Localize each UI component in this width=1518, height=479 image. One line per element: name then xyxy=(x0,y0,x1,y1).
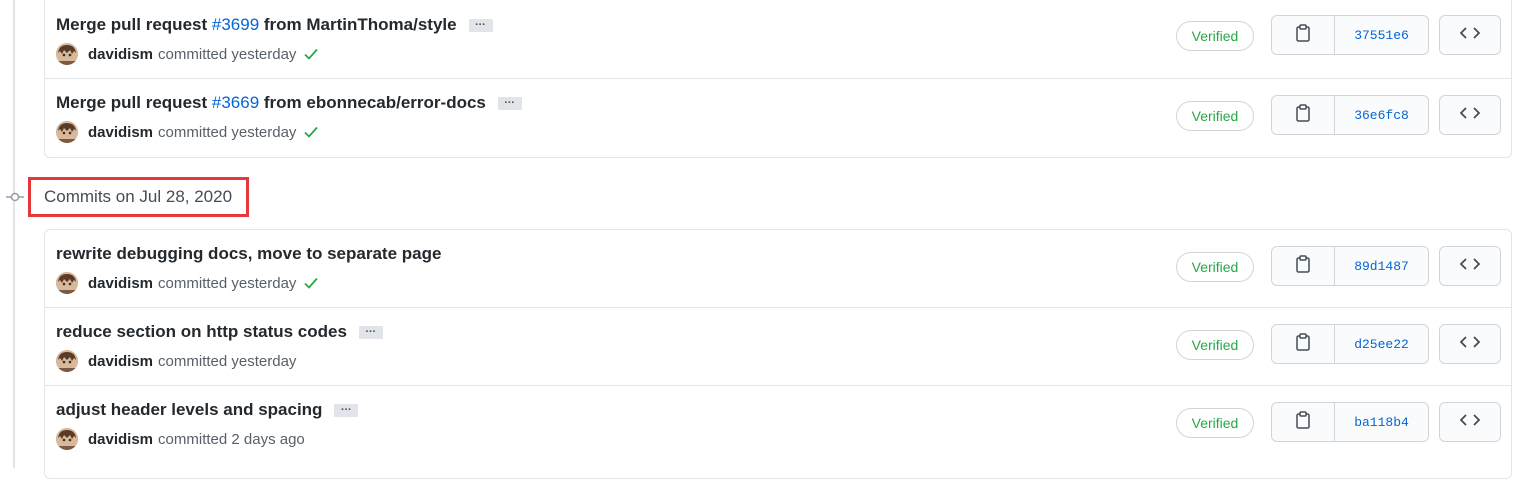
clipboard-icon xyxy=(1295,23,1311,47)
copy-sha-button[interactable] xyxy=(1272,403,1335,441)
commit-message-text[interactable]: rewrite debugging docs, move to separate… xyxy=(56,244,441,264)
copy-sha-button[interactable] xyxy=(1272,325,1335,363)
commit-meta: davidism committed yesterday xyxy=(56,272,319,294)
commit-row: adjust header levels and spacing … david… xyxy=(45,386,1511,464)
commit-meta: davidism committed 2 days ago xyxy=(56,428,305,450)
copy-sha-button[interactable] xyxy=(1272,16,1335,54)
expand-ellipsis-button[interactable]: … xyxy=(334,401,359,417)
copy-sha-button[interactable] xyxy=(1272,247,1335,285)
relative-time: 2 days ago xyxy=(231,430,305,448)
author-link[interactable]: davidism xyxy=(88,46,153,63)
clipboard-icon xyxy=(1295,332,1311,356)
commit-sha-link[interactable]: d25ee22 xyxy=(1335,325,1428,363)
committed-label: committed xyxy=(158,352,228,370)
commit-message[interactable]: rewrite debugging docs, move to separate… xyxy=(56,244,441,264)
commit-message-text[interactable]: reduce section on http status codes xyxy=(56,322,347,342)
commit-group: Merge pull request #3699 from MartinThom… xyxy=(44,0,1512,158)
commit-row: Merge pull request #3669 from ebonnecab/… xyxy=(45,79,1511,157)
git-commit-icon xyxy=(6,192,24,202)
check-icon[interactable] xyxy=(303,125,319,139)
expand-ellipsis-button[interactable]: … xyxy=(497,94,522,110)
browse-repo-button[interactable] xyxy=(1439,324,1501,364)
avatar[interactable] xyxy=(56,43,78,65)
check-icon[interactable] xyxy=(303,47,319,61)
commit-meta: davidism committed yesterday xyxy=(56,350,296,372)
browse-repo-button[interactable] xyxy=(1439,402,1501,442)
commit-message[interactable]: reduce section on http status codes … xyxy=(56,322,383,342)
code-icon xyxy=(1459,106,1481,125)
expand-ellipsis-button[interactable]: … xyxy=(358,323,383,339)
expand-ellipsis-button[interactable]: … xyxy=(468,16,493,32)
avatar[interactable] xyxy=(56,272,78,294)
relative-time: yesterday xyxy=(231,123,297,141)
commit-message[interactable]: Merge pull request #3669 from ebonnecab/… xyxy=(56,93,522,113)
commit-message[interactable]: adjust header levels and spacing … xyxy=(56,400,359,420)
clipboard-icon xyxy=(1295,410,1311,434)
author-link[interactable]: davidism xyxy=(88,353,153,370)
commit-message-text[interactable]: adjust header levels and spacing xyxy=(56,400,322,420)
committed-label: committed xyxy=(158,123,228,141)
sha-button-group: 37551e6 xyxy=(1271,15,1429,55)
verified-badge[interactable]: Verified xyxy=(1176,408,1254,438)
commit-group: rewrite debugging docs, move to separate… xyxy=(44,229,1512,479)
commit-message-text[interactable]: Merge pull request xyxy=(56,15,212,35)
avatar[interactable] xyxy=(56,350,78,372)
check-icon[interactable] xyxy=(303,276,319,290)
commit-row: Merge pull request #3699 from MartinThom… xyxy=(45,0,1511,79)
commit-row: rewrite debugging docs, move to separate… xyxy=(45,230,1511,308)
code-icon xyxy=(1459,257,1481,276)
verified-badge[interactable]: Verified xyxy=(1176,330,1254,360)
author-link[interactable]: davidism xyxy=(88,275,153,292)
pull-request-link[interactable]: #3699 xyxy=(212,15,259,35)
verified-badge[interactable]: Verified xyxy=(1176,252,1254,282)
avatar[interactable] xyxy=(56,428,78,450)
sha-button-group: d25ee22 xyxy=(1271,324,1429,364)
commit-meta: davidism committed yesterday xyxy=(56,43,319,65)
committed-label: committed xyxy=(158,274,228,292)
relative-time: yesterday xyxy=(231,352,297,370)
commit-meta: davidism committed yesterday xyxy=(56,121,319,143)
sha-button-group: 89d1487 xyxy=(1271,246,1429,286)
avatar[interactable] xyxy=(56,121,78,143)
commit-message[interactable]: Merge pull request #3699 from MartinThom… xyxy=(56,15,493,35)
author-link[interactable]: davidism xyxy=(88,124,153,141)
copy-sha-button[interactable] xyxy=(1272,96,1335,134)
verified-badge[interactable]: Verified xyxy=(1176,101,1254,131)
commit-message-text[interactable]: Merge pull request xyxy=(56,93,212,113)
commit-row: reduce section on http status codes … da… xyxy=(45,308,1511,386)
commits-date-header: Commits on Jul 28, 2020 xyxy=(28,177,249,217)
verified-badge[interactable]: Verified xyxy=(1176,21,1254,51)
commit-sha-link[interactable]: 89d1487 xyxy=(1335,247,1428,285)
committed-label: committed xyxy=(158,45,228,63)
commit-sha-link[interactable]: ba118b4 xyxy=(1335,403,1428,441)
author-link[interactable]: davidism xyxy=(88,431,153,448)
clipboard-icon xyxy=(1295,103,1311,127)
committed-label: committed xyxy=(158,430,228,448)
browse-repo-button[interactable] xyxy=(1439,246,1501,286)
sha-button-group: 36e6fc8 xyxy=(1271,95,1429,135)
timeline-line xyxy=(13,0,15,468)
pull-request-link[interactable]: #3669 xyxy=(212,93,259,113)
commit-sha-link[interactable]: 36e6fc8 xyxy=(1335,96,1428,134)
commit-message-text[interactable]: from ebonnecab/error-docs xyxy=(259,93,486,113)
code-icon xyxy=(1459,26,1481,45)
relative-time: yesterday xyxy=(231,274,297,292)
browse-repo-button[interactable] xyxy=(1439,15,1501,55)
sha-button-group: ba118b4 xyxy=(1271,402,1429,442)
code-icon xyxy=(1459,413,1481,432)
code-icon xyxy=(1459,335,1481,354)
commit-sha-link[interactable]: 37551e6 xyxy=(1335,16,1428,54)
browse-repo-button[interactable] xyxy=(1439,95,1501,135)
relative-time: yesterday xyxy=(231,45,297,63)
clipboard-icon xyxy=(1295,254,1311,278)
commit-message-text[interactable]: from MartinThoma/style xyxy=(259,15,457,35)
